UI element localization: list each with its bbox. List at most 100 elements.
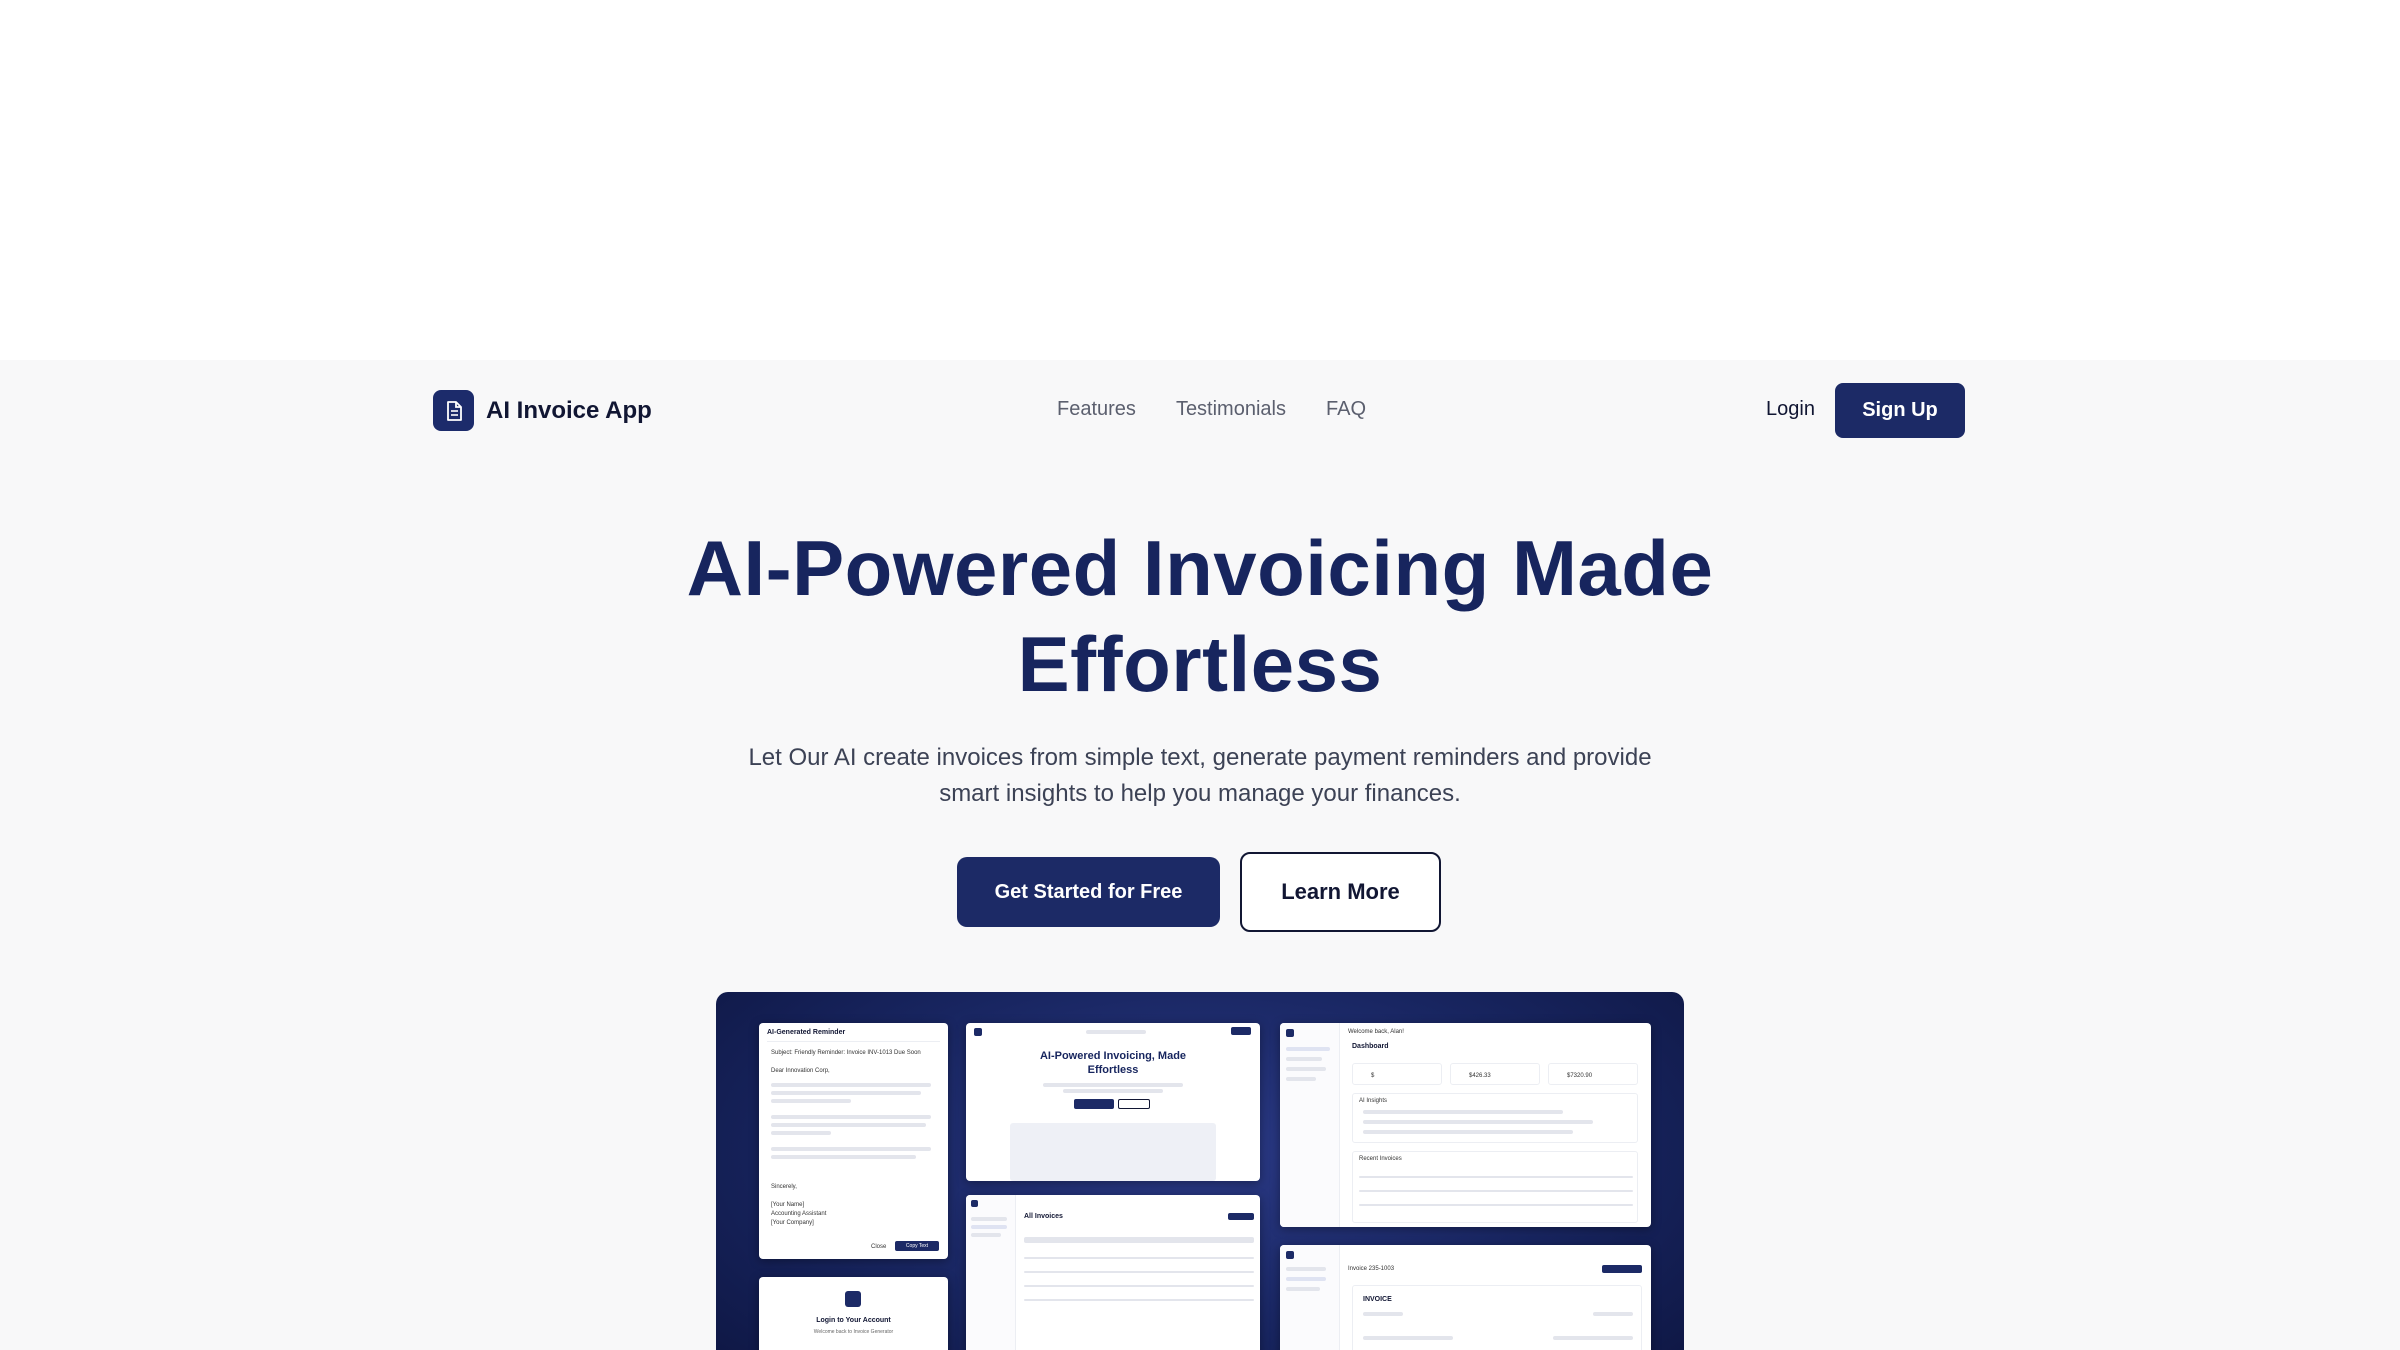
mini-sidebar <box>966 1195 1016 1350</box>
divider <box>767 1041 940 1042</box>
screenshot-landing: AI-Powered Invoicing, Made Effortless <box>966 1023 1260 1181</box>
invoices-title: All Invoices <box>1024 1213 1063 1220</box>
dashboard-welcome: Welcome back, Alan! <box>1348 1029 1404 1035</box>
login-subtitle: Welcome back to Invoice Generator <box>813 1329 894 1335</box>
mini-hero-title-line-1: AI-Powered Invoicing, Made <box>1039 1050 1187 1062</box>
brand-name: AI Invoice App <box>486 396 652 424</box>
text-line <box>1363 1312 1403 1316</box>
stat-card: $426.33 <box>1450 1063 1540 1085</box>
mini-nav-item <box>971 1225 1007 1229</box>
recent-invoices-card: Recent Invoices <box>1352 1151 1638 1223</box>
text-line <box>771 1091 921 1095</box>
text-line <box>771 1123 926 1127</box>
table-row <box>1024 1257 1254 1259</box>
hero-subtitle: Let Our AI create invoices from simple t… <box>700 740 1700 812</box>
login-title: Login to Your Account <box>816 1317 891 1324</box>
screenshot-invoices-list: All Invoices <box>966 1195 1260 1350</box>
reminder-role: Accounting Assistant <box>771 1211 827 1217</box>
stat-value: $7320.90 <box>1567 1073 1593 1079</box>
mini-nav-item <box>971 1217 1007 1221</box>
text-line <box>1553 1336 1633 1340</box>
screenshot-invoice-detail: Invoice 235-1003 INVOICE <box>1280 1245 1651 1350</box>
mini-nav-item <box>1286 1277 1326 1281</box>
nav-link-faq[interactable]: FAQ <box>1326 398 1366 421</box>
table-row <box>1359 1190 1633 1192</box>
app-screenshots-showcase: AI-Generated Reminder Subject: Friendly … <box>716 992 1684 1350</box>
reminder-subject: Subject: Friendly Reminder: Invoice INV-… <box>771 1050 921 1056</box>
reminder-copy-button: Copy Text <box>895 1241 939 1251</box>
mini-nav-item <box>1286 1057 1322 1061</box>
top-navigation: AI Invoice App Features Testimonials FAQ… <box>0 360 2400 460</box>
reminder-header: AI-Generated Reminder <box>767 1029 846 1036</box>
mini-cta <box>1074 1099 1114 1109</box>
hero-title-line-1: AI-Powered Invoicing Made <box>686 524 1714 612</box>
mini-nav-item <box>1286 1047 1330 1051</box>
text-line <box>771 1131 831 1135</box>
stat-value: $ <box>1371 1073 1375 1079</box>
stat-card: $ <box>1352 1063 1442 1085</box>
ai-insights-card: AI Insights <box>1352 1093 1638 1143</box>
sign-up-button[interactable]: Sign Up <box>1835 383 1965 438</box>
recent-invoices-title: Recent Invoices <box>1359 1156 1402 1162</box>
dashboard-title: Dashboard <box>1352 1043 1389 1050</box>
mini-logo-icon <box>1286 1029 1294 1037</box>
brand[interactable]: AI Invoice App <box>433 390 652 431</box>
reminder-close-button: Close <box>871 1244 887 1250</box>
mini-subtitle <box>1063 1089 1163 1093</box>
hero-subtitle-line-2: smart insights to help you manage your f… <box>939 780 1461 807</box>
nav-links: Features Testimonials FAQ <box>1057 398 1366 421</box>
learn-more-button[interactable]: Learn More <box>1240 852 1441 932</box>
hero-title: AI-Powered Invoicing Made Effortless <box>600 520 1800 712</box>
mini-create-button <box>1228 1213 1254 1220</box>
table-row <box>1359 1176 1633 1178</box>
document-icon <box>433 390 474 431</box>
invoice-document: INVOICE <box>1352 1285 1642 1350</box>
text-line <box>771 1147 931 1151</box>
screenshot-dashboard: Welcome back, Alan! Dashboard $ $426.33 … <box>1280 1023 1651 1227</box>
mini-logo-icon <box>1286 1251 1294 1259</box>
reminder-name: [Your Name] <box>771 1202 805 1208</box>
mini-sidebar <box>1280 1023 1340 1227</box>
text-line <box>771 1083 931 1087</box>
mini-nav-item <box>1286 1287 1320 1291</box>
invoice-heading: INVOICE <box>1363 1296 1392 1303</box>
reminder-greeting: Dear Innovation Corp, <box>771 1068 830 1074</box>
invoice-number: Invoice 235-1003 <box>1348 1266 1395 1272</box>
text-line <box>1363 1110 1563 1114</box>
mini-sidebar <box>1280 1245 1340 1350</box>
mini-signup <box>1231 1027 1251 1035</box>
reminder-company: [Your Company] <box>771 1220 814 1226</box>
mini-search <box>1024 1237 1254 1243</box>
nav-link-testimonials[interactable]: Testimonials <box>1176 398 1286 421</box>
text-line <box>1363 1120 1593 1124</box>
get-started-button[interactable]: Get Started for Free <box>957 857 1220 927</box>
text-line <box>771 1115 931 1119</box>
stat-value: $426.33 <box>1469 1073 1491 1079</box>
mini-nav-item <box>1286 1077 1316 1081</box>
landing-page: AI Invoice App Features Testimonials FAQ… <box>0 360 2400 1350</box>
nav-link-features[interactable]: Features <box>1057 398 1136 421</box>
mini-action-button <box>1602 1265 1642 1273</box>
reminder-copy-label: Copy Text <box>905 1243 929 1249</box>
text-line <box>1363 1336 1453 1340</box>
text-line <box>1593 1312 1633 1316</box>
table-row <box>1024 1271 1254 1273</box>
screenshot-login: Login to Your Account Welcome back to In… <box>759 1277 948 1350</box>
table-row <box>1024 1299 1254 1301</box>
mini-logo-icon <box>971 1200 978 1207</box>
text-line <box>771 1099 851 1103</box>
table-row <box>1024 1285 1254 1287</box>
table-row <box>1359 1204 1633 1206</box>
stat-card: $7320.90 <box>1548 1063 1638 1085</box>
ai-insights-title: AI Insights <box>1359 1098 1388 1104</box>
blank-top-area <box>0 0 2400 360</box>
hero-title-line-2: Effortless <box>1017 620 1383 708</box>
mini-hero-title: AI-Powered Invoicing, Made Effortless <box>966 1049 1260 1077</box>
mini-preview <box>1010 1123 1216 1181</box>
mini-nav-item <box>1286 1067 1326 1071</box>
hero-subtitle-line-1: Let Our AI create invoices from simple t… <box>748 744 1652 771</box>
text-line <box>1363 1130 1573 1134</box>
mini-logo-icon <box>974 1028 982 1036</box>
mini-nav-item <box>971 1233 1001 1237</box>
login-link[interactable]: Login <box>1766 398 1815 421</box>
